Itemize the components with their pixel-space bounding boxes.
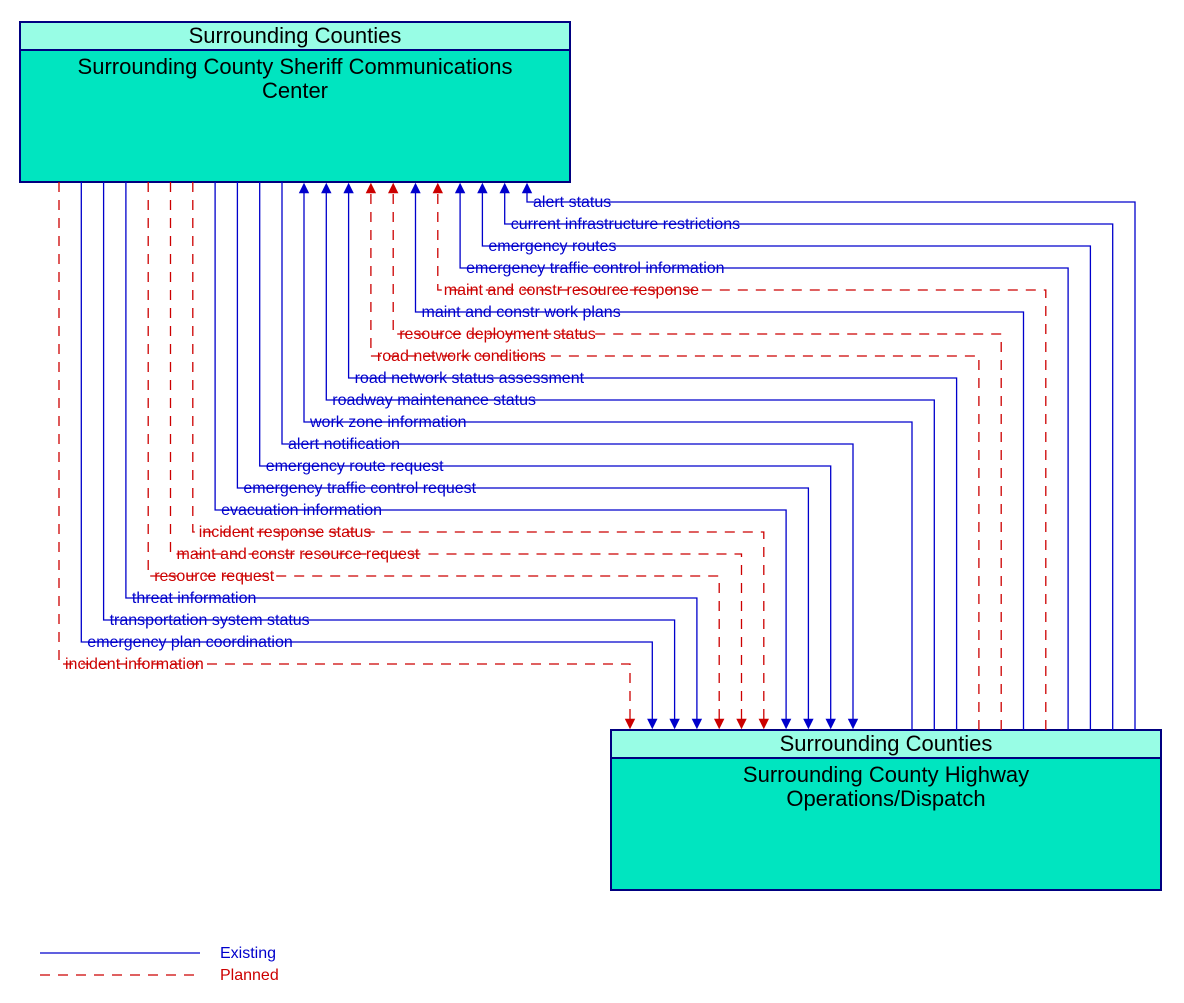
flow-label: current infrastructure restrictions: [511, 216, 740, 233]
flow-label: work zone information: [309, 414, 467, 431]
target-header-label: Surrounding Counties: [780, 731, 993, 756]
flow-label: emergency traffic control request: [243, 480, 476, 497]
flow-label: roadway maintenance status: [332, 392, 536, 409]
flow-label: resource request: [154, 568, 275, 585]
flow-label: emergency plan coordination: [87, 634, 292, 651]
flow-label: maint and constr work plans: [422, 304, 621, 321]
target-title-line1: Surrounding County Highway: [743, 762, 1029, 787]
legend: Existing Planned: [40, 945, 279, 984]
legend-planned-label: Planned: [220, 967, 279, 984]
flow-label: transportation system status: [110, 612, 310, 629]
target-entity-box: Surrounding Counties Surrounding County …: [611, 730, 1161, 890]
target-title-line2: Operations/Dispatch: [786, 786, 985, 811]
flow-label: road network status assessment: [355, 370, 585, 387]
flow-label: alert notification: [288, 436, 400, 453]
flow-label: evacuation information: [221, 502, 382, 519]
architecture-flow-diagram: Surrounding Counties Surrounding County …: [0, 0, 1184, 1003]
legend-existing-label: Existing: [220, 945, 276, 962]
source-title-line1: Surrounding County Sheriff Communication…: [78, 54, 513, 79]
flow-label: threat information: [132, 590, 257, 607]
flow-label: emergency route request: [266, 458, 444, 475]
flow-label: emergency traffic control information: [466, 260, 724, 277]
flow-label: maint and constr resource response: [444, 282, 699, 299]
flow-label: incident response status: [199, 524, 372, 541]
flow-label: resource deployment status: [399, 326, 596, 343]
source-entity-box: Surrounding Counties Surrounding County …: [20, 22, 570, 182]
flow-label: maint and constr resource request: [177, 546, 420, 563]
flow-label: road network conditions: [377, 348, 546, 365]
flow-label: incident information: [65, 656, 204, 673]
flow-lines-group: alert status current infrastructure restr…: [59, 182, 1135, 730]
source-header-label: Surrounding Counties: [189, 23, 402, 48]
flow-label: alert status: [533, 194, 611, 211]
source-title-line2: Center: [262, 78, 328, 103]
flow-label: emergency routes: [488, 238, 616, 255]
